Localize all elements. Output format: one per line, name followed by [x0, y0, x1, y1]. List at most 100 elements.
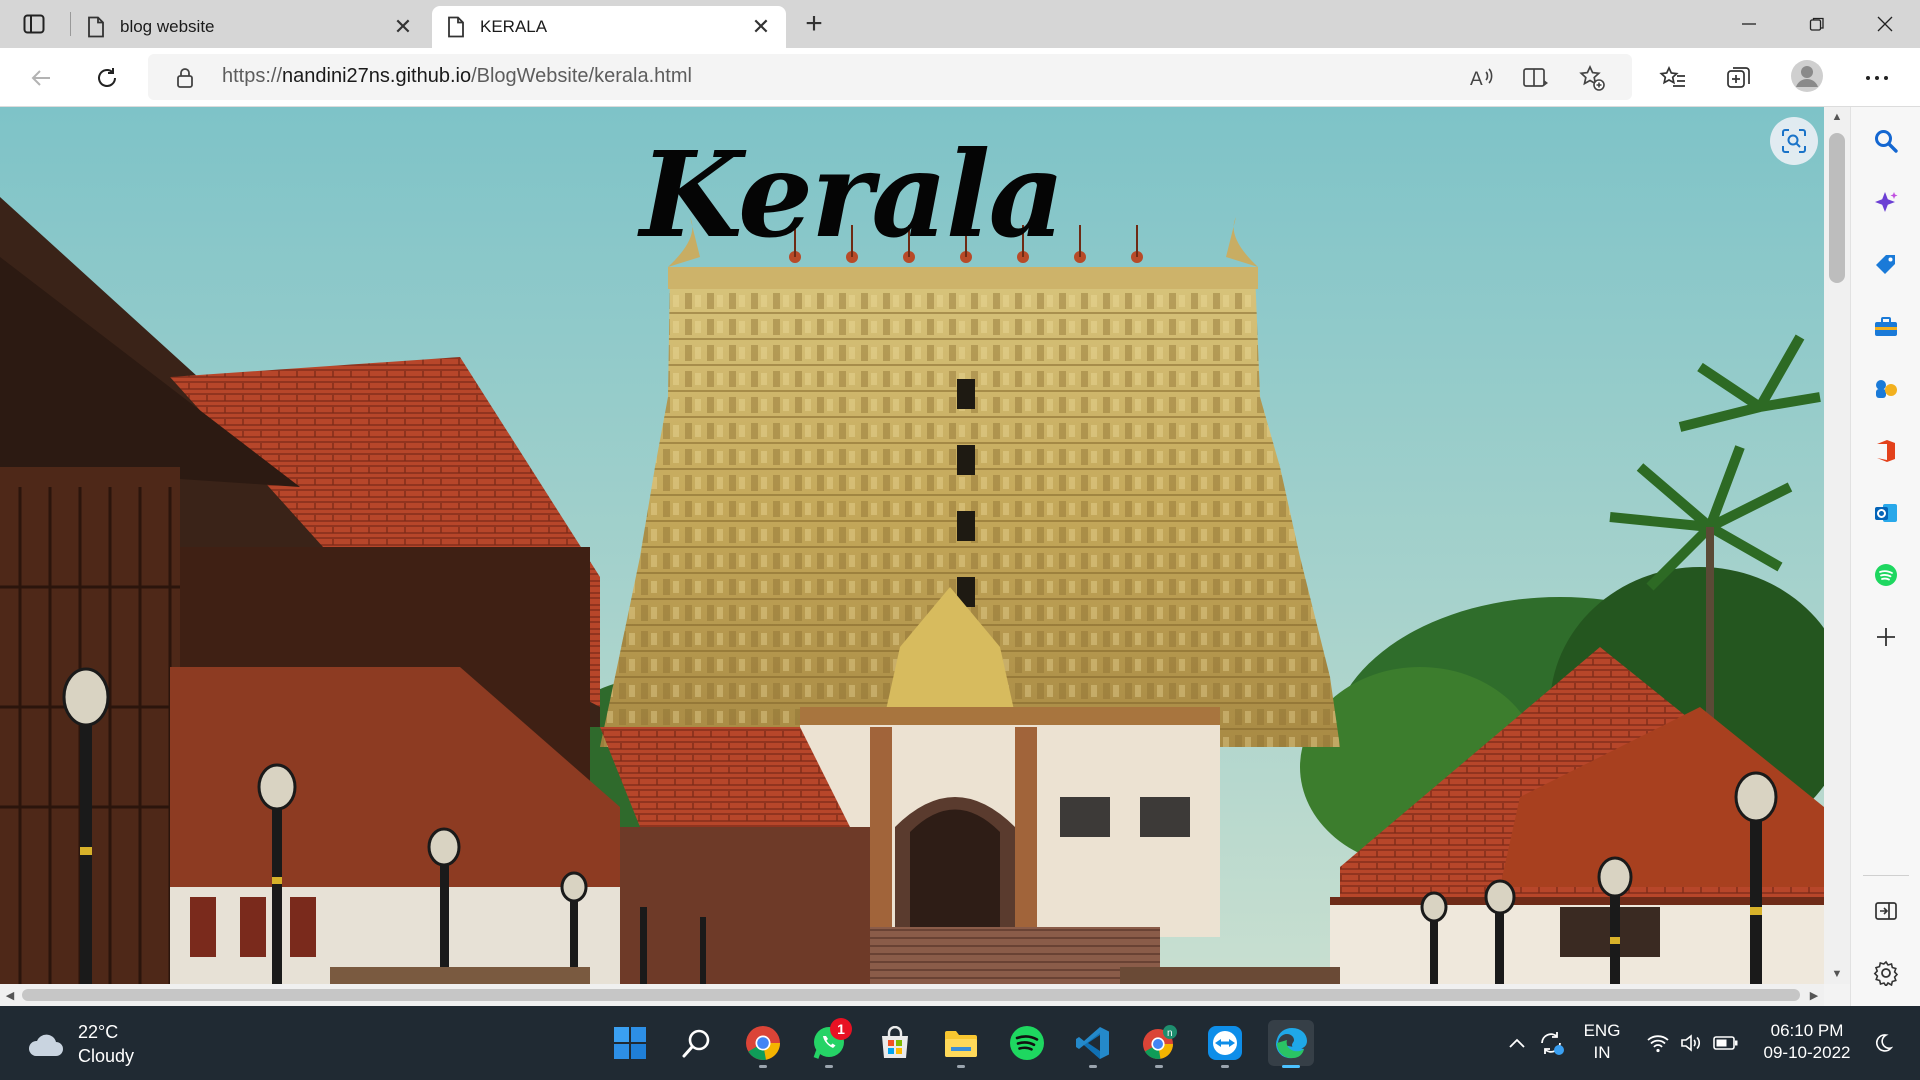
- settings-more-button[interactable]: [1860, 61, 1894, 95]
- clock-date: 09-10-2022: [1763, 1043, 1851, 1062]
- clock-time: 06:10 PM: [1770, 1021, 1844, 1040]
- start-button[interactable]: [607, 1020, 653, 1066]
- running-indicator: [1089, 1065, 1097, 1068]
- scroll-left-icon[interactable]: ◀: [0, 984, 20, 1006]
- sidebar-divider: [1863, 875, 1909, 876]
- immersive-reader-icon[interactable]: [1522, 64, 1550, 92]
- tab-blog-website[interactable]: blog website ✕: [72, 6, 428, 48]
- vscode-icon: [1076, 1027, 1109, 1059]
- favorites-button[interactable]: [1656, 61, 1690, 95]
- weather-widget[interactable]: 22°C Cloudy: [26, 1020, 134, 1068]
- wifi-icon: [1647, 1035, 1669, 1053]
- office-icon[interactable]: [1868, 433, 1904, 469]
- sync-status-button[interactable]: [1534, 1020, 1570, 1066]
- tools-icon[interactable]: [1868, 309, 1904, 345]
- refresh-icon: [98, 68, 116, 87]
- page-title: Kerala: [640, 125, 1065, 264]
- favorites-icon: [1659, 65, 1685, 87]
- restore-button[interactable]: [1782, 0, 1852, 48]
- spotify-icon[interactable]: [1868, 557, 1904, 593]
- url-scheme: https://: [222, 65, 283, 87]
- add-favorite-icon[interactable]: [1578, 64, 1606, 92]
- region-code: IN: [1593, 1043, 1611, 1062]
- tab-kerala[interactable]: KERALA ✕: [432, 6, 786, 48]
- running-indicator: [759, 1065, 767, 1068]
- url-text[interactable]: https://nandini27ns.github.io/BlogWebsit…: [222, 65, 692, 88]
- store-icon: [882, 1026, 908, 1058]
- show-hidden-icons-button[interactable]: [1502, 1020, 1532, 1066]
- wifi-button[interactable]: [1640, 1020, 1676, 1066]
- language-code: ENG: [1583, 1021, 1621, 1040]
- address-bar[interactable]: https://nandini27ns.github.io/BlogWebsit…: [148, 54, 1632, 100]
- tab-actions-icon[interactable]: [14, 10, 54, 38]
- taskbar-whatsapp[interactable]: 1: [806, 1018, 852, 1068]
- minimize-button[interactable]: [1714, 0, 1784, 48]
- shopping-icon[interactable]: [1868, 247, 1904, 283]
- running-indicator: [1155, 1065, 1163, 1068]
- running-indicator: [1282, 1065, 1300, 1068]
- language-indicator[interactable]: ENG IN: [1576, 1020, 1628, 1064]
- tab-title: KERALA: [480, 17, 548, 36]
- add-icon[interactable]: [1868, 619, 1904, 655]
- refresh-button[interactable]: [90, 61, 124, 95]
- split-screen-icon[interactable]: [1868, 893, 1904, 929]
- sync-icon: [1541, 1032, 1564, 1055]
- close-window-button[interactable]: [1850, 0, 1920, 48]
- taskbar-teamviewer[interactable]: [1202, 1020, 1248, 1068]
- horizontal-scrollbar[interactable]: ◀ ▶: [0, 984, 1824, 1006]
- browser-toolbar: https://nandini27ns.github.io/BlogWebsit…: [0, 48, 1920, 107]
- vertical-scrollbar[interactable]: ▲ ▼: [1824, 107, 1850, 984]
- weather-condition: Cloudy: [78, 1046, 135, 1066]
- taskbar-chrome[interactable]: [740, 1020, 786, 1068]
- copilot-icon[interactable]: [1868, 185, 1904, 221]
- back-button[interactable]: [24, 61, 58, 95]
- close-tab-icon[interactable]: ✕: [392, 14, 414, 39]
- page-icon: [448, 16, 464, 38]
- more-icon: [1866, 76, 1888, 80]
- taskbar-edge[interactable]: [1268, 1020, 1314, 1068]
- taskbar-microsoft-store[interactable]: [872, 1020, 918, 1066]
- taskbar-chrome-profile[interactable]: n: [1136, 1020, 1182, 1068]
- volume-button[interactable]: [1674, 1020, 1708, 1066]
- scroll-down-icon[interactable]: ▼: [1824, 964, 1850, 984]
- lock-icon[interactable]: [176, 67, 194, 89]
- taskbar-file-explorer[interactable]: [938, 1020, 984, 1068]
- visual-search-button[interactable]: [1770, 117, 1818, 165]
- clock[interactable]: 06:10 PM 09-10-2022: [1752, 1020, 1862, 1064]
- scroll-right-icon[interactable]: ▶: [1804, 984, 1824, 1006]
- taskbar-vscode[interactable]: [1070, 1020, 1116, 1068]
- edge-sidebar: [1850, 107, 1920, 1006]
- outlook-icon[interactable]: [1868, 495, 1904, 531]
- read-aloud-icon[interactable]: A: [1468, 64, 1496, 92]
- speaker-icon: [1681, 1034, 1701, 1052]
- horizontal-scroll-thumb[interactable]: [22, 989, 1800, 1001]
- scroll-up-icon[interactable]: ▲: [1824, 107, 1850, 127]
- close-tab-icon[interactable]: ✕: [750, 14, 772, 39]
- folder-icon: [945, 1031, 977, 1057]
- spotify-icon: [1010, 1026, 1044, 1060]
- profile-button[interactable]: [1790, 59, 1824, 93]
- tab-strip: blog website ✕ KERALA ✕ +: [0, 0, 1920, 48]
- settings-icon[interactable]: [1868, 955, 1904, 991]
- teamviewer-icon: [1208, 1026, 1242, 1060]
- new-tab-button[interactable]: +: [796, 7, 832, 40]
- tab-title: blog website: [120, 17, 215, 36]
- games-icon[interactable]: [1868, 371, 1904, 407]
- minimize-icon: [1742, 23, 1756, 25]
- search-icon[interactable]: [1868, 123, 1904, 159]
- running-indicator: [957, 1065, 965, 1068]
- taskbar-search-button[interactable]: [674, 1020, 720, 1066]
- vertical-scroll-thumb[interactable]: [1829, 133, 1845, 283]
- restore-icon: [1809, 17, 1824, 31]
- visual-search-icon: [1782, 129, 1806, 153]
- battery-button[interactable]: [1708, 1020, 1744, 1066]
- collections-button[interactable]: [1722, 61, 1756, 95]
- notifications-button[interactable]: [1866, 1020, 1900, 1066]
- cloud-icon: [28, 1034, 64, 1056]
- windows-icon: [614, 1027, 646, 1059]
- page-viewport: Kerala: [0, 107, 1824, 984]
- taskbar-spotify[interactable]: [1004, 1020, 1050, 1066]
- svg-text:A: A: [1470, 69, 1483, 90]
- weather-temp: 22°C: [78, 1022, 119, 1042]
- avatar: [1791, 60, 1823, 92]
